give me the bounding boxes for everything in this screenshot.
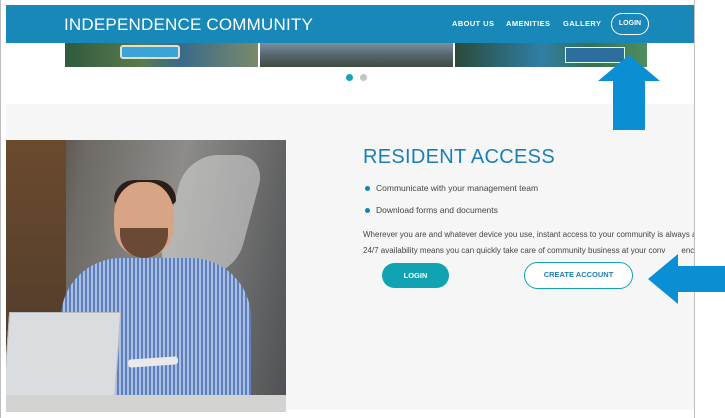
carousel-image-building [260,43,453,67]
left-border [0,0,1,418]
bullet-download: Download forms and documents [376,205,498,215]
nav-login-button[interactable]: LOGIN [611,13,649,35]
section-title: RESIDENT ACCESS [363,146,555,168]
nav-amenities[interactable]: AMENITIES [506,19,550,28]
nav-about-us[interactable]: ABOUT US [452,19,494,28]
description-line-2: 24/7 availability means you can quickly … [363,246,694,255]
create-account-button[interactable]: CREATE ACCOUNT [524,262,633,289]
site-brand[interactable]: INDEPENDENCE COMMUNITY [64,15,313,35]
pool-shape [120,45,180,59]
up-arrow-annotation [598,55,660,130]
bullet-dot [365,186,370,191]
screenshot-frame: INDEPENDENCE COMMUNITY ABOUT US AMENITIE… [0,0,725,418]
right-border [694,0,695,418]
carousel-dot-active[interactable] [346,74,353,81]
left-arrow-annotation [648,254,725,304]
nav-gallery[interactable]: GALLERY [563,19,601,28]
photo-laptop [6,312,122,402]
photo-table [6,395,286,412]
description-line-1: Wherever you are and whatever device you… [363,230,694,239]
carousel-dot[interactable] [360,74,367,81]
man-with-laptop-photo [6,140,286,412]
description-line-2-start: 24/7 availability means you can quickly … [363,246,666,255]
top-navbar: INDEPENDENCE COMMUNITY ABOUT US AMENITIE… [6,5,694,43]
hero-carousel [65,43,647,67]
bullet-dot [365,208,370,213]
login-button[interactable]: LOGIN [382,263,449,288]
carousel-image-pool [65,43,258,67]
bullet-communicate: Communicate with your management team [376,183,539,193]
